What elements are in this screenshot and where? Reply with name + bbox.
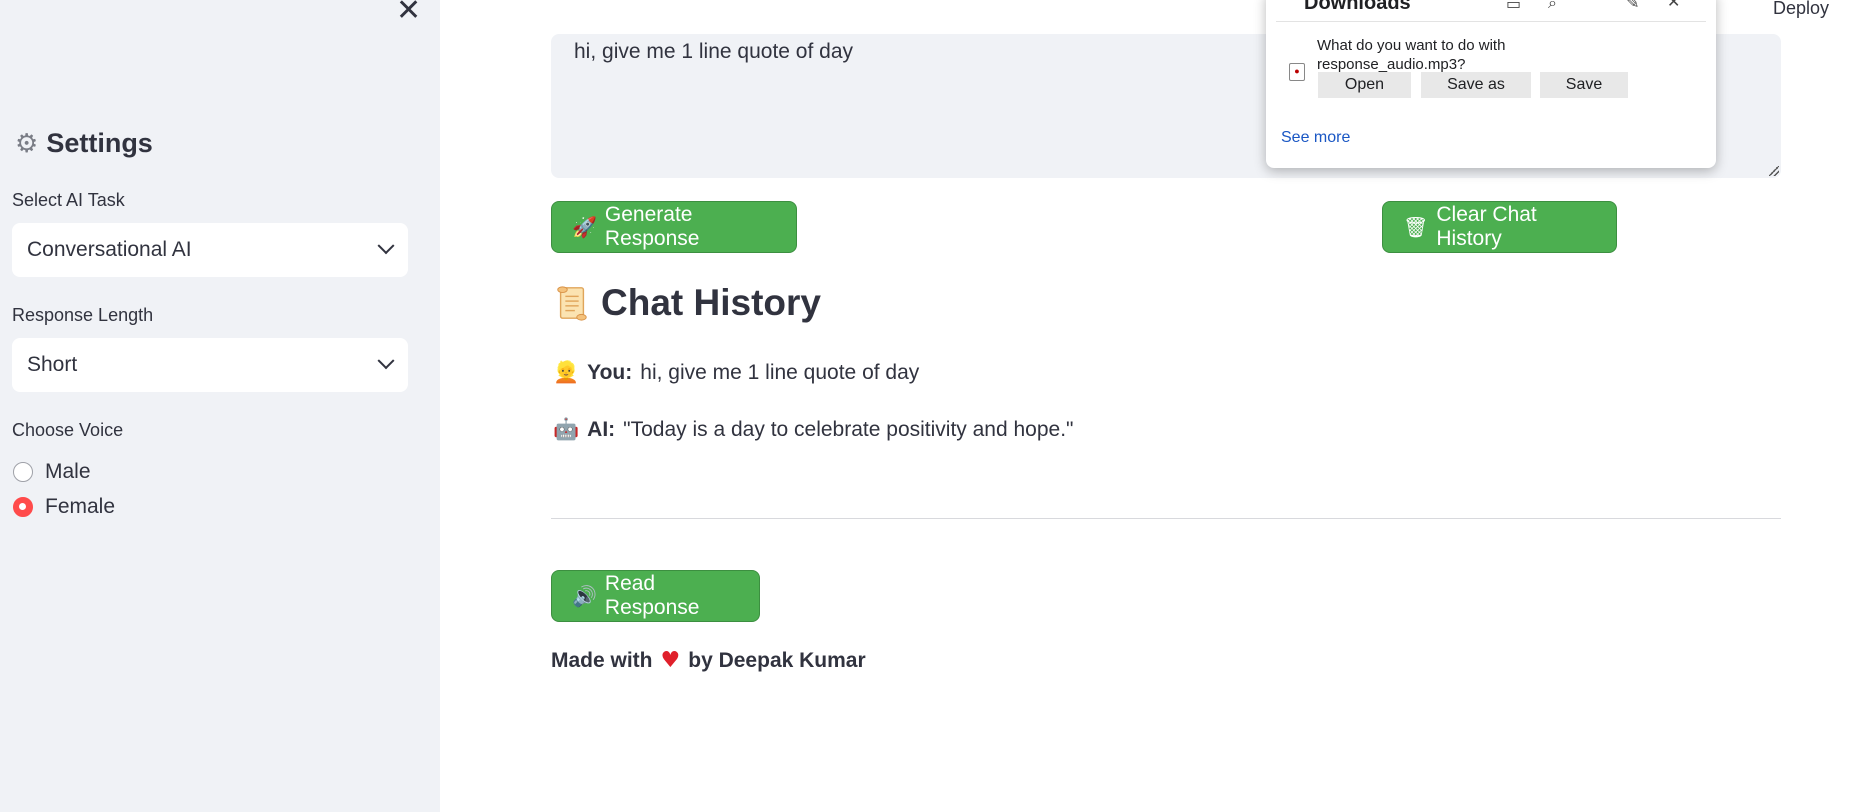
heart-icon: ♥ (660, 648, 681, 673)
task-select-value: Conversational AI (27, 238, 192, 261)
length-select[interactable]: Short (12, 338, 408, 392)
voice-label: Choose Voice (12, 420, 124, 440)
footer-suffix: by Deepak Kumar (688, 648, 866, 672)
read-response-label: Read Response (604, 572, 700, 619)
length-select-value: Short (27, 353, 78, 376)
chat-history-title: Chat History (601, 282, 821, 323)
speaker-icon: 🔊 (572, 584, 597, 608)
length-label: Response Length (12, 305, 154, 325)
read-response-button[interactable]: 🔊 Read Response (551, 570, 760, 622)
download-question: What do you want to do with response_aud… (1317, 37, 1506, 73)
open-button[interactable]: Open (1318, 72, 1411, 98)
chevron-down-icon (377, 352, 395, 370)
see-more-link[interactable]: See more (1281, 129, 1350, 147)
voice-option-label: Male (45, 460, 91, 483)
robot-icon: 🤖 (553, 417, 580, 441)
footer-credit: Made with ♥ by Deepak Kumar (551, 648, 866, 673)
prompt-text: hi, give me 1 line quote of day (574, 40, 854, 63)
search-icon[interactable]: ⌕ (1548, 0, 1557, 13)
chat-speaker: AI: (587, 417, 616, 441)
folder-icon[interactable]: ▭ (1506, 0, 1521, 13)
generate-response-label: Generate Response (604, 203, 700, 250)
radio-button-selected[interactable] (13, 497, 33, 517)
close-icon[interactable]: ✕ (1667, 0, 1680, 11)
downloads-title: Downloads (1304, 0, 1411, 14)
task-select[interactable]: Conversational AI (12, 223, 408, 277)
settings-heading: ⚙ Settings (15, 128, 153, 159)
settings-title: Settings (46, 128, 153, 158)
footer-prefix: Made with (551, 648, 653, 672)
save-as-button[interactable]: Save as (1421, 72, 1531, 98)
save-button[interactable]: Save (1540, 72, 1628, 98)
gear-icon: ⚙ (15, 128, 39, 159)
divider (551, 518, 1781, 519)
pin-icon[interactable]: ✎ (1626, 0, 1639, 12)
user-avatar-icon: 👱 (553, 360, 580, 384)
radio-button[interactable] (13, 462, 33, 482)
downloads-popup: Downloads ▭ ⌕ ✎ ✕ ● What do you want to … (1266, 0, 1716, 168)
scroll-icon (557, 286, 587, 321)
task-label: Select AI Task (12, 190, 125, 210)
audio-file-icon: ● (1289, 63, 1305, 81)
close-sidebar-icon[interactable]: ✕ (396, 0, 421, 26)
voice-option-male[interactable]: Male (13, 460, 91, 484)
clear-chat-history-label: Clear Chat History (1436, 203, 1537, 250)
trash-icon: 🗑 (1403, 215, 1429, 239)
rocket-icon: 🚀 (572, 215, 597, 239)
deploy-button[interactable]: Deploy (1773, 0, 1829, 19)
voice-option-female[interactable]: Female (13, 495, 115, 519)
downloads-separator (1276, 21, 1706, 22)
chat-message-user: 👱 You: hi, give me 1 line quote of day (553, 360, 919, 385)
chat-message-ai: 🤖 AI: "Today is a day to celebrate posit… (553, 417, 1074, 442)
sidebar: ✕ ⚙ Settings Select AI Task Conversation… (0, 0, 440, 812)
chevron-down-icon (377, 237, 395, 255)
chat-text: "Today is a day to celebrate positivity … (623, 417, 1074, 441)
voice-option-label: Female (45, 495, 116, 518)
chat-speaker: You: (587, 360, 633, 384)
chat-text: hi, give me 1 line quote of day (640, 360, 920, 384)
clear-chat-history-button[interactable]: 🗑 Clear Chat History (1382, 201, 1617, 253)
chat-history-heading: Chat History (553, 282, 821, 324)
generate-response-button[interactable]: 🚀 Generate Response (551, 201, 797, 253)
resize-handle-icon[interactable] (1769, 166, 1779, 176)
